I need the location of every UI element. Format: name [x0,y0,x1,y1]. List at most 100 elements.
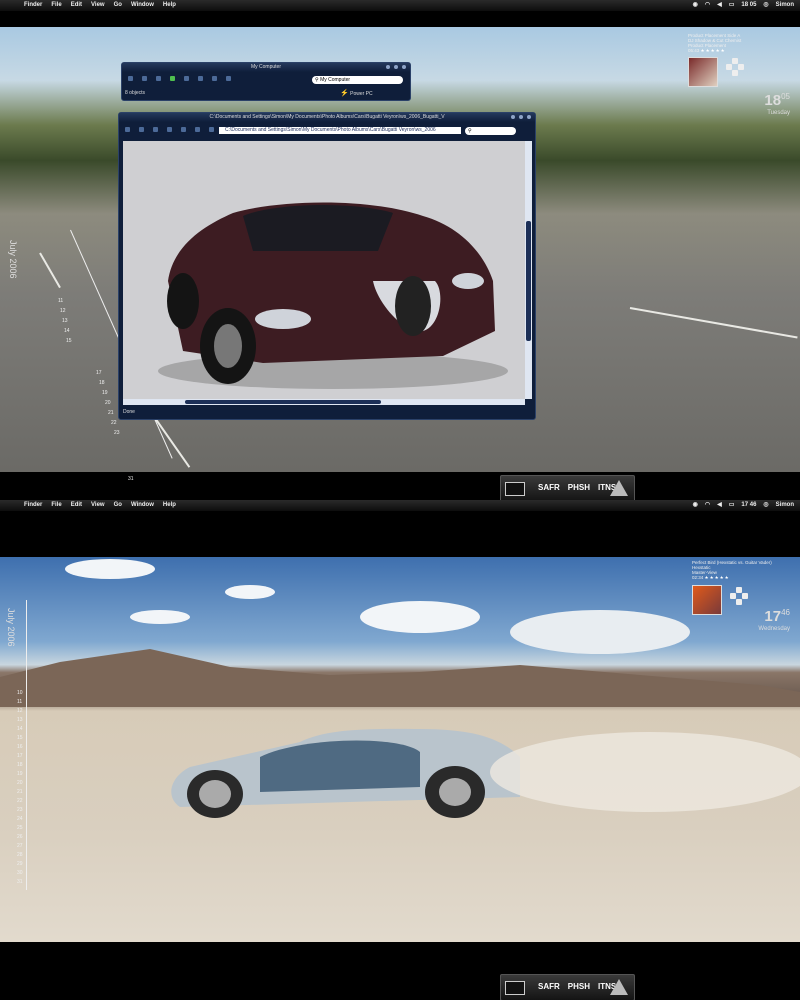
calendar-strip: July 2006 10 11 12 13 14 15 16 17 18 19 20 21 22 23 24… [0,600,60,890]
back-icon[interactable] [128,76,133,81]
close-button[interactable] [402,65,406,69]
close-button[interactable] [527,115,531,119]
dock-photoshop[interactable]: PHSH [568,483,590,492]
refresh-icon[interactable] [167,127,172,132]
calendar-day: 29 [17,861,23,867]
views-icon[interactable] [198,76,203,81]
menu-help[interactable]: Help [163,500,176,511]
menu-clock[interactable]: 17 46 [741,500,756,511]
eject-icon[interactable] [732,70,738,76]
desert-scene [0,559,800,818]
previous-icon[interactable] [726,64,732,70]
dock-photoshop[interactable]: PHSH [568,982,590,991]
track-rating: 05:43 ★★★★★ [688,48,788,53]
rating-stars[interactable]: ★★★★★ [701,48,726,53]
user-name[interactable]: Simon [776,500,794,511]
desert-wallpaper [0,557,800,942]
menu-file[interactable]: File [51,500,61,511]
calendar-day: 12 [17,708,23,714]
address-search[interactable]: ⚲ My Computer [312,76,403,84]
minimize-button[interactable] [511,115,515,119]
menu-window[interactable]: Window [131,500,154,511]
up-icon[interactable] [156,76,161,81]
horizontal-scrollbar[interactable] [123,399,525,405]
menu-view[interactable]: View [91,0,105,11]
trash-icon[interactable] [610,979,628,995]
menu-bar: Finder File Edit View Go Window Help ◉ ◠… [0,500,800,511]
menu-edit[interactable]: Edit [71,0,82,11]
wifi-icon[interactable]: ◠ [705,500,710,511]
eject-icon[interactable] [736,599,742,605]
dock-safari[interactable]: SAFR [538,483,560,492]
maximize-button[interactable] [394,65,398,69]
stop-icon[interactable] [153,127,158,132]
display-icon[interactable] [505,981,525,995]
display-icon[interactable] [505,482,525,496]
minimize-button[interactable] [386,65,390,69]
home-icon[interactable] [226,76,231,81]
sync-icon[interactable]: ◉ [693,0,698,11]
history-icon[interactable] [212,76,217,81]
history-icon[interactable] [209,127,214,132]
maximize-button[interactable] [519,115,523,119]
album-art [692,585,722,615]
next-icon[interactable] [738,64,744,70]
forward-icon[interactable] [142,76,147,81]
rating-stars[interactable]: ★★★★★ [705,575,730,580]
forward-icon[interactable] [139,127,144,132]
menu-help[interactable]: Help [163,0,176,11]
calendar-day: 15 [17,735,23,741]
calendar-day: 15 [66,338,72,344]
window-status: 8 objects [125,90,146,96]
battery-icon[interactable]: ▭ [729,0,735,11]
menu-go[interactable]: Go [114,500,122,511]
calendar-day: 21 [17,789,23,795]
folders-icon[interactable] [184,76,189,81]
trash-icon[interactable] [610,480,628,496]
calendar-day: 26 [17,834,23,840]
menu-edit[interactable]: Edit [71,500,82,511]
menu-finder[interactable]: Finder [24,500,42,511]
back-icon[interactable] [125,127,130,132]
sync-icon[interactable]: ◉ [693,500,698,511]
home-icon[interactable] [181,127,186,132]
menu-clock[interactable]: 18 05 [741,0,756,11]
calendar-day: 18 [17,762,23,768]
calendar-day: 23 [114,430,120,436]
address-value: My Computer [320,77,351,83]
calendar-day: 23 [17,807,23,813]
menu-list: Finder File Edit View Go Window Help [24,500,176,511]
calendar-day: 25 [17,825,23,831]
dock-safari[interactable]: SAFR [538,982,560,991]
dock: SAFR PHSH ITNS [500,974,635,1000]
menu-go[interactable]: Go [114,0,122,11]
vertical-scrollbar[interactable] [525,141,532,399]
search-field[interactable]: ⚲ [465,127,516,135]
user-name[interactable]: Simon [776,0,794,11]
volume-icon[interactable]: ◀ [717,0,722,11]
previous-icon[interactable] [730,593,736,599]
track-rating: 02:34 ★★★★★ [692,575,792,580]
scrollbar-thumb[interactable] [526,221,531,341]
my-computer-window[interactable]: My Computer ⚲ My Computer 8 objects ⚡ Po… [121,62,411,101]
menu-finder[interactable]: Finder [24,0,42,11]
bookmarks-icon[interactable] [195,127,200,132]
battery-icon[interactable]: ▭ [729,500,735,511]
spotlight-icon[interactable]: ◎ [763,0,768,11]
image-viewer-window[interactable]: C:\Documents and Settings\Simon\My Docum… [118,112,536,420]
calendar-day: 13 [62,318,68,324]
menu-view[interactable]: View [91,500,105,511]
volume-icon[interactable]: ◀ [717,500,722,511]
play-pause-icon[interactable] [736,587,742,593]
spotlight-icon[interactable]: ◎ [763,500,768,511]
scrollbar-thumb[interactable] [185,400,381,404]
lane-marking [629,307,798,339]
go-icon[interactable] [170,76,175,81]
window-title: My Computer [122,63,410,72]
wifi-icon[interactable]: ◠ [705,0,710,11]
menu-file[interactable]: File [51,0,61,11]
next-icon[interactable] [742,593,748,599]
menu-window[interactable]: Window [131,0,154,11]
address-bar[interactable]: C:\Documents and Settings\Simon\My Docum… [219,127,461,134]
play-pause-icon[interactable] [732,58,738,64]
